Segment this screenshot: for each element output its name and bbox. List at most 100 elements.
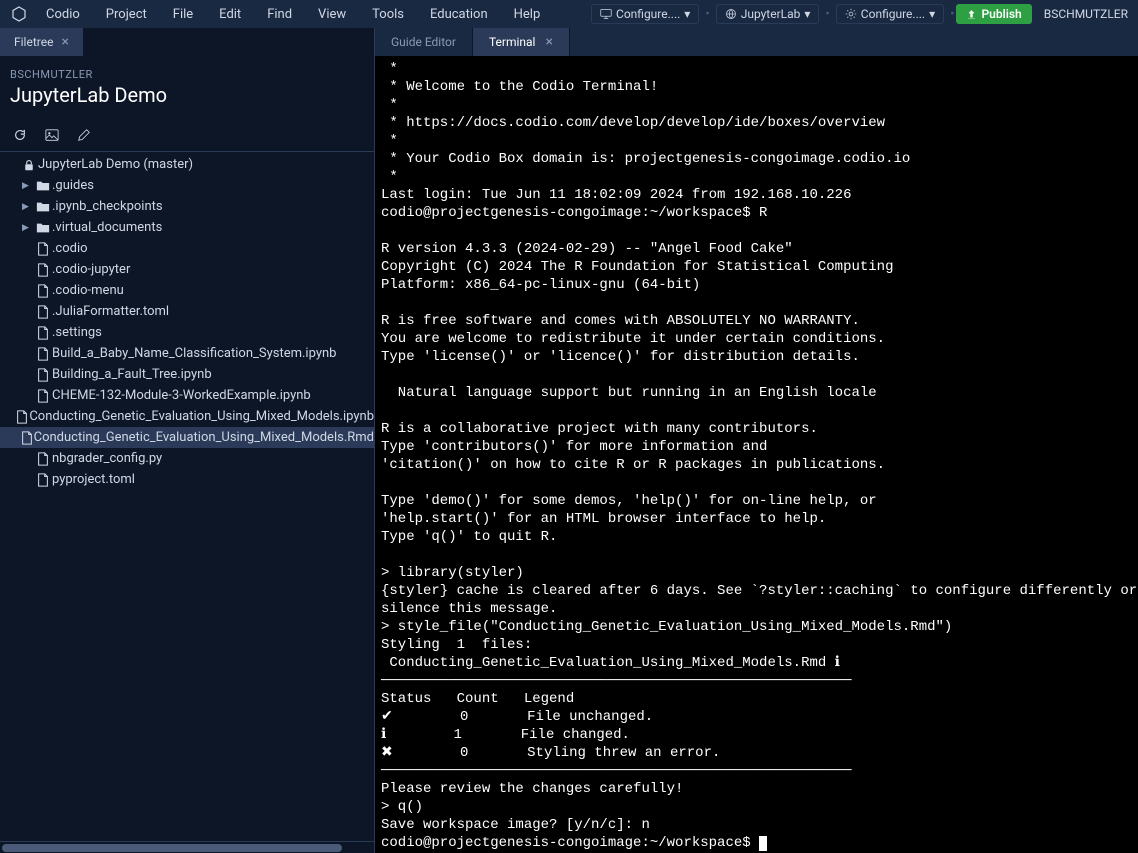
folder-row[interactable]: ▶ .ipynb_checkpoints — [0, 196, 374, 217]
sidebar-tabs: Filetree × — [0, 28, 374, 56]
folder-icon — [34, 221, 52, 235]
file-row[interactable]: pyproject.toml — [0, 469, 374, 490]
tree-label: .codio — [52, 241, 88, 256]
lock-icon — [20, 159, 38, 171]
monitor-icon — [600, 8, 612, 20]
tab-label: Terminal — [489, 35, 536, 49]
separator-dot: • — [950, 7, 954, 22]
tree-label: .codio-jupyter — [52, 262, 130, 277]
gear-icon — [845, 8, 857, 20]
menu-tools[interactable]: Tools — [360, 3, 416, 26]
tree-label: CHEME-132-Module-3-WorkedExample.ipynb — [52, 388, 311, 403]
tab-terminal[interactable]: Terminal × — [473, 28, 570, 56]
file-icon — [20, 431, 34, 445]
editor-area: Guide Editor Terminal × * * Welcome to t… — [375, 28, 1138, 853]
editor-tabs: Guide Editor Terminal × — [375, 28, 1138, 56]
tree-label: nbgrader_config.py — [52, 451, 162, 466]
close-icon[interactable]: × — [545, 34, 552, 50]
close-icon[interactable]: × — [61, 34, 68, 50]
file-icon — [15, 410, 29, 424]
config-label-2: JupyterLab — [741, 7, 801, 21]
expand-toggle[interactable]: ▶ — [22, 202, 34, 212]
file-row[interactable]: CHEME-132-Module-3-WorkedExample.ipynb — [0, 385, 374, 406]
config-label-1: Configure.... — [616, 7, 680, 21]
tree-label: Building_a_Fault_Tree.ipynb — [52, 367, 212, 382]
publish-label: Publish — [981, 7, 1021, 21]
tree-label: Conducting_Genetic_Evaluation_Using_Mixe… — [29, 409, 374, 424]
file-row[interactable]: nbgrader_config.py — [0, 448, 374, 469]
config-dropdown-2[interactable]: JupyterLab ▾ — [716, 4, 820, 24]
file-icon — [34, 452, 52, 466]
chevron-down-icon: ▾ — [804, 7, 810, 21]
folder-row[interactable]: ▶ .guides — [0, 175, 374, 196]
config-dropdown-1[interactable]: Configure.... ▾ — [591, 4, 699, 24]
file-row[interactable]: Conducting_Genetic_Evaluation_Using_Mixe… — [0, 427, 374, 448]
terminal-cursor — [759, 836, 767, 851]
scrollbar-thumb[interactable] — [2, 844, 342, 852]
tree-label: pyproject.toml — [52, 472, 135, 487]
file-icon — [34, 389, 52, 403]
edit-button[interactable] — [76, 127, 92, 143]
tree-label: .ipynb_checkpoints — [52, 199, 163, 214]
refresh-button[interactable] — [12, 127, 28, 143]
folder-row[interactable]: ▶ .virtual_documents — [0, 217, 374, 238]
expand-toggle[interactable]: ▶ — [22, 181, 34, 191]
terminal-output[interactable]: * * Welcome to the Codio Terminal! * * h… — [375, 56, 1138, 853]
project-owner: BSCHMUTZLER — [10, 68, 364, 81]
tree-label: .guides — [52, 178, 94, 193]
image-button[interactable] — [44, 127, 60, 143]
file-icon — [34, 242, 52, 256]
menu-edit[interactable]: Edit — [207, 3, 253, 26]
filetree-toolbar — [0, 119, 374, 152]
config-dropdown-3[interactable]: Configure.... ▾ — [836, 4, 944, 24]
sidebar: Filetree × BSCHMUTZLER JupyterLab Demo J… — [0, 28, 375, 853]
project-name: JupyterLab Demo — [10, 83, 364, 107]
tree-label: .virtual_documents — [52, 220, 162, 235]
file-row[interactable]: .JuliaFormatter.toml — [0, 301, 374, 322]
menu-project[interactable]: Project — [94, 3, 159, 26]
menu-education[interactable]: Education — [418, 3, 500, 26]
menu-find[interactable]: Find — [255, 3, 304, 26]
file-icon — [34, 284, 52, 298]
tree-label: Build_a_Baby_Name_Classification_System.… — [52, 346, 336, 361]
menubar: Codio Project File Edit Find View Tools … — [0, 0, 1138, 28]
chevron-down-icon: ▾ — [929, 7, 935, 21]
tab-label: Guide Editor — [391, 35, 456, 49]
file-icon — [34, 263, 52, 277]
expand-toggle[interactable]: ▶ — [22, 223, 34, 233]
upload-icon — [966, 9, 977, 20]
folder-icon — [34, 200, 52, 214]
horizontal-scrollbar[interactable] — [0, 841, 374, 853]
file-icon — [34, 368, 52, 382]
filetree-tab[interactable]: Filetree × — [0, 28, 84, 56]
file-icon — [34, 305, 52, 319]
tree-label: Conducting_Genetic_Evaluation_Using_Mixe… — [34, 430, 374, 445]
file-icon — [34, 326, 52, 340]
file-row[interactable]: Conducting_Genetic_Evaluation_Using_Mixe… — [0, 406, 374, 427]
menu-help[interactable]: Help — [502, 3, 553, 26]
publish-button[interactable]: Publish — [956, 4, 1031, 24]
globe-icon — [725, 8, 737, 20]
menu-file[interactable]: File — [161, 3, 205, 26]
tree-label: .settings — [52, 325, 102, 340]
file-row[interactable]: .codio-jupyter — [0, 259, 374, 280]
filetree[interactable]: JupyterLab Demo (master) ▶ .guides ▶ .ipynb_… — [0, 152, 374, 841]
file-row[interactable]: .settings — [0, 322, 374, 343]
menu-view[interactable]: View — [306, 3, 358, 26]
folder-icon — [34, 179, 52, 193]
root-row[interactable]: JupyterLab Demo (master) — [0, 154, 374, 175]
project-header: BSCHMUTZLER JupyterLab Demo — [0, 56, 374, 113]
chevron-down-icon: ▾ — [684, 7, 690, 21]
file-icon — [34, 347, 52, 361]
file-icon — [34, 473, 52, 487]
separator-dot: • — [825, 7, 829, 22]
file-row[interactable]: .codio — [0, 238, 374, 259]
username-label[interactable]: BSCHMUTZLER — [1044, 7, 1128, 21]
codio-logo — [10, 5, 28, 23]
file-row[interactable]: .codio-menu — [0, 280, 374, 301]
file-row[interactable]: Building_a_Fault_Tree.ipynb — [0, 364, 374, 385]
file-row[interactable]: Build_a_Baby_Name_Classification_System.… — [0, 343, 374, 364]
menu-codio[interactable]: Codio — [34, 3, 92, 26]
tree-label: JupyterLab Demo (master) — [38, 157, 193, 172]
tab-guide-editor[interactable]: Guide Editor — [375, 28, 473, 56]
